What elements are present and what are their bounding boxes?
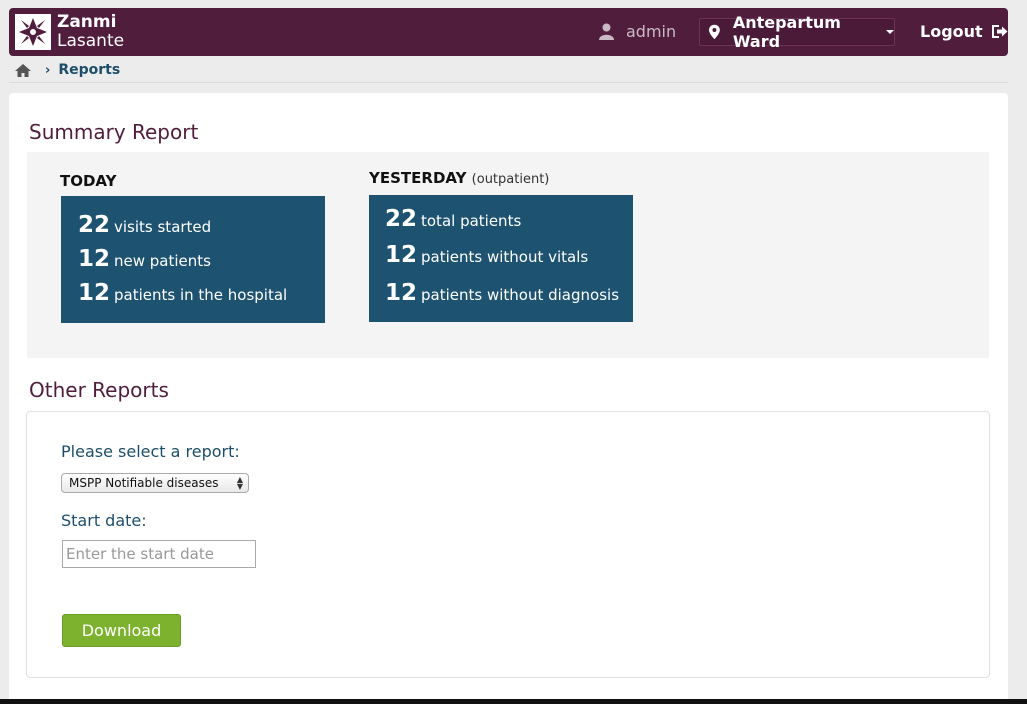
stat-row: 12 new patients [78, 246, 211, 272]
start-date-input[interactable]: Enter the start date [62, 540, 256, 568]
breadcrumb: › Reports [15, 62, 120, 78]
today-stats-card: 22 visits started 12 new patients 12 pat… [61, 196, 325, 323]
breadcrumb-separator-icon: › [45, 62, 51, 78]
logo[interactable]: Zanmi Lasante [15, 13, 124, 51]
yesterday-stats-card: 22 total patients 12 patients without vi… [369, 195, 633, 322]
chevron-down-icon [886, 30, 894, 34]
stat-row: 12 patients without diagnosis [385, 280, 620, 306]
stat-row: 12 patients without vitals [385, 242, 589, 268]
yesterday-sublabel: (outpatient) [471, 172, 550, 187]
summary-title: Summary Report [29, 120, 199, 144]
location-label: Antepartum Ward [732, 13, 841, 51]
logo-text-line2: Lasante [57, 31, 125, 51]
stat-row: 22 total patients [385, 206, 522, 232]
user-icon [599, 23, 614, 40]
home-icon[interactable] [15, 63, 31, 77]
sign-out-icon [991, 25, 1008, 38]
summary-panel: TODAY 22 visits started 12 new patients … [27, 152, 989, 358]
today-label: TODAY [60, 172, 117, 190]
yesterday-label: YESTERDAY (outpatient) [369, 169, 550, 187]
logout-label: Logout [920, 22, 983, 41]
username: admin [626, 22, 677, 41]
main-content: Summary Report TODAY 22 visits started 1… [9, 93, 1008, 704]
map-marker-icon [709, 24, 720, 40]
stat-row: 12 patients in the hospital [78, 280, 288, 306]
download-button[interactable]: Download [62, 614, 181, 647]
report-select-label: Please select a report: [61, 442, 240, 461]
start-date-label: Start date: [61, 511, 147, 530]
report-select[interactable]: MSPP Notifiable diseases ▲ ▼ [61, 473, 249, 493]
logout-button[interactable]: Logout [920, 22, 1008, 41]
breadcrumb-current: Reports [58, 62, 121, 78]
location-dropdown[interactable]: Antepartum Ward [699, 13, 895, 51]
other-reports-title: Other Reports [29, 378, 169, 402]
top-header: Zanmi Lasante admin Antepartum Ward Logo… [9, 8, 1008, 56]
report-form-panel: Please select a report: MSPP Notifiable … [26, 411, 990, 678]
select-arrows-icon: ▲ ▼ [236, 475, 243, 491]
divider [9, 82, 1008, 83]
window-bottom-edge [0, 699, 1027, 704]
logo-text-line1: Zanmi [57, 12, 117, 32]
user-menu[interactable]: admin [599, 22, 676, 41]
stat-row: 22 visits started [78, 212, 212, 238]
logo-mark-icon [15, 14, 51, 50]
